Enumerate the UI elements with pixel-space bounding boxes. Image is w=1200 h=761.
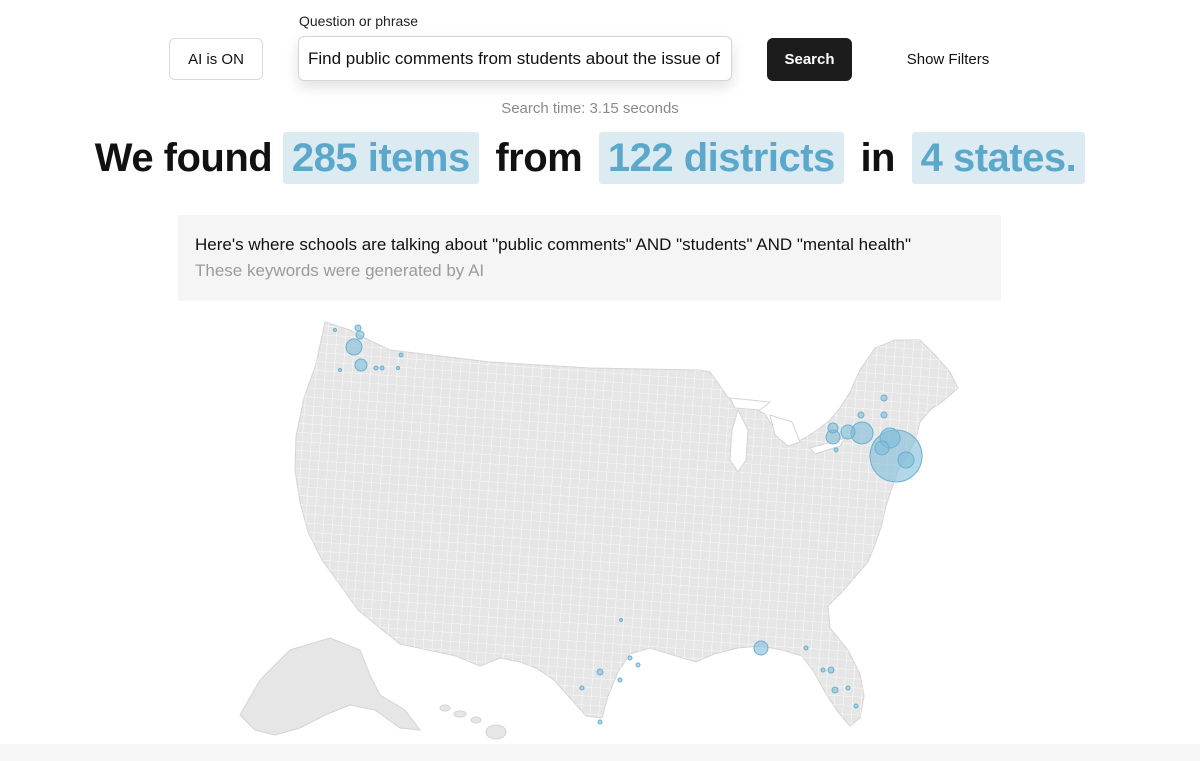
result-bubble[interactable] <box>853 703 859 709</box>
result-bubble[interactable] <box>840 424 856 440</box>
result-bubble[interactable] <box>333 328 337 332</box>
result-bubble[interactable] <box>627 655 633 661</box>
keywords-panel: Here's where schools are talking about "… <box>178 215 1001 301</box>
result-bubble[interactable] <box>617 677 623 683</box>
result-bubble[interactable] <box>897 451 915 469</box>
search-button[interactable]: Search <box>767 38 852 81</box>
result-bubble[interactable] <box>396 366 400 370</box>
headline-from: from <box>495 136 583 180</box>
result-bubble[interactable] <box>354 358 368 372</box>
result-bubble[interactable] <box>398 352 404 358</box>
states-count: 4 states. <box>911 132 1086 184</box>
result-bubble[interactable] <box>354 324 362 332</box>
headline-prefix: We found <box>94 136 273 180</box>
keywords-note: These keywords were generated by AI <box>195 261 485 280</box>
hawaii-shape <box>439 704 507 740</box>
result-bubble[interactable] <box>373 365 379 371</box>
result-bubble[interactable] <box>803 645 809 651</box>
result-bubble[interactable] <box>345 338 363 356</box>
result-bubble[interactable] <box>635 662 641 668</box>
alaska-shape <box>239 637 422 736</box>
items-count: 285 items <box>282 132 479 184</box>
result-bubble[interactable] <box>857 411 865 419</box>
result-bubble[interactable] <box>820 667 826 673</box>
result-bubble[interactable] <box>833 447 839 453</box>
result-bubble[interactable] <box>831 686 839 694</box>
result-bubble[interactable] <box>845 685 851 691</box>
result-bubble[interactable] <box>827 666 835 674</box>
districts-count: 122 districts <box>598 132 844 184</box>
result-bubble[interactable] <box>874 440 890 456</box>
result-bubble[interactable] <box>596 668 604 676</box>
keywords-text: Here's where schools are talking about "… <box>195 235 912 254</box>
result-bubble[interactable] <box>338 368 342 372</box>
headline-in: in <box>860 136 895 180</box>
question-label: Question or phrase <box>299 13 419 29</box>
result-bubble[interactable] <box>579 685 585 691</box>
result-bubble[interactable] <box>619 618 623 622</box>
question-input[interactable] <box>298 36 732 81</box>
results-headline: We found 285 items from 122 districts in… <box>0 132 1180 184</box>
bottom-bar <box>0 744 1200 761</box>
result-bubble[interactable] <box>379 365 385 371</box>
result-bubble[interactable] <box>880 394 888 402</box>
us-district-map[interactable] <box>230 310 970 740</box>
search-time: Search time: 3.15 seconds <box>501 100 679 117</box>
show-filters-button[interactable]: Show Filters <box>892 38 1004 81</box>
result-bubble[interactable] <box>827 422 839 434</box>
result-bubble[interactable] <box>597 719 603 725</box>
ai-toggle-button[interactable]: AI is ON <box>169 38 263 80</box>
result-bubble[interactable] <box>753 640 769 656</box>
result-bubble[interactable] <box>880 411 888 419</box>
result-bubble[interactable] <box>355 330 365 340</box>
